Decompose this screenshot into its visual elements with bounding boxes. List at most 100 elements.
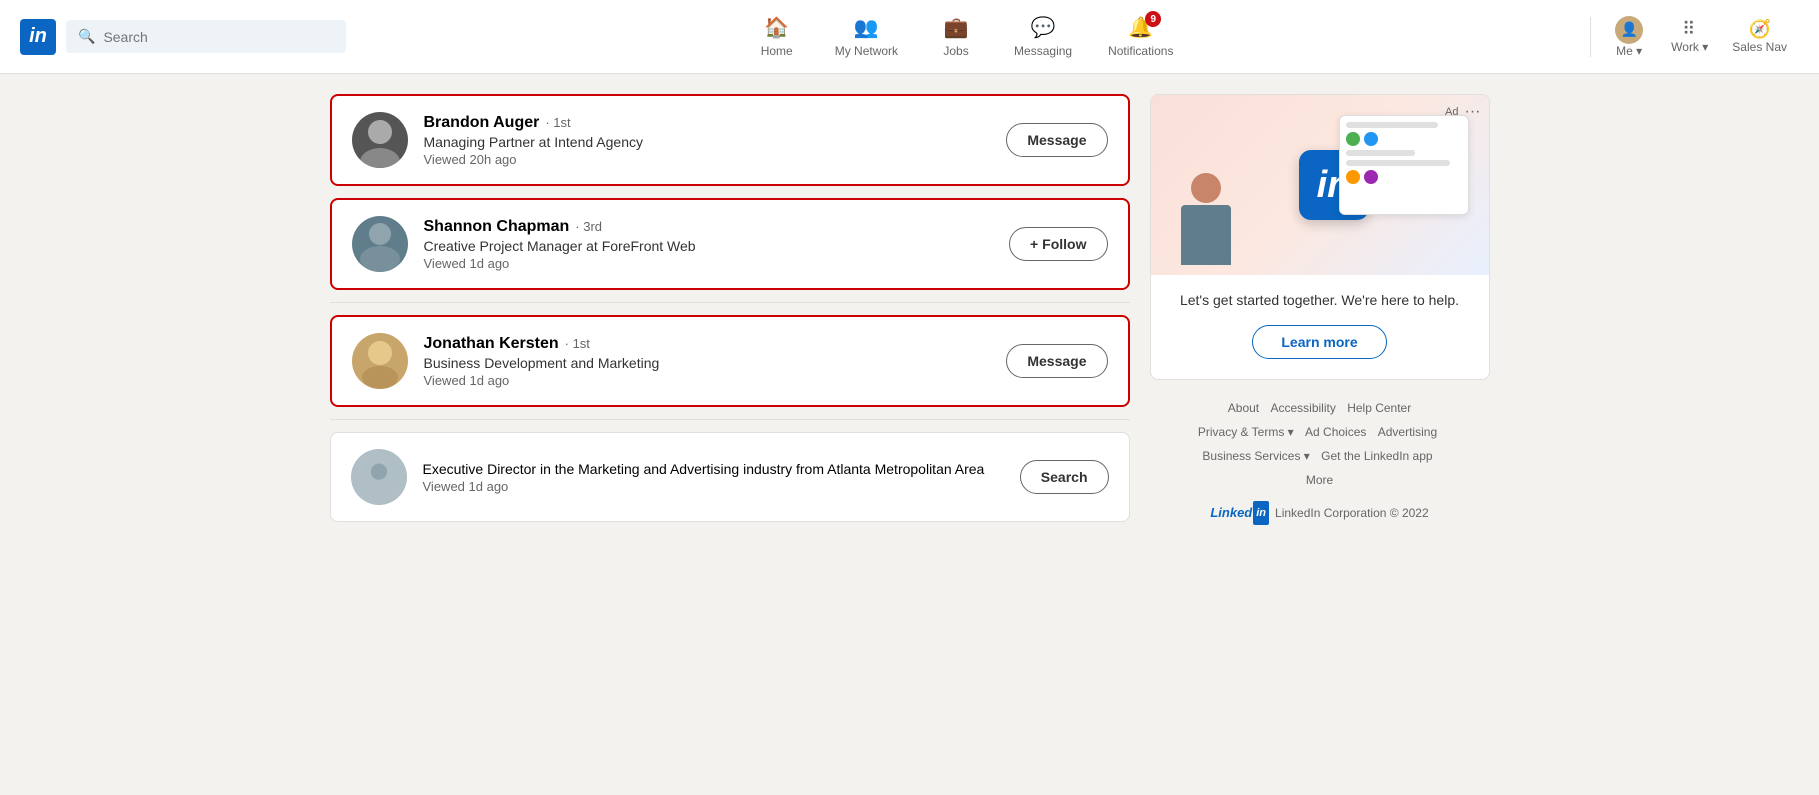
card-action-shannon[interactable]: + Follow bbox=[1009, 227, 1108, 261]
jobs-icon: 💼 bbox=[944, 15, 969, 40]
nav-label-my-network: My Network bbox=[835, 44, 898, 58]
search-icon: 🔍 bbox=[78, 28, 95, 45]
sales-nav-label: Sales Nav bbox=[1732, 40, 1787, 54]
visitor-card-jonathan-kersten[interactable]: Jonathan Kersten · 1st Business Developm… bbox=[330, 315, 1130, 407]
ad-mockup bbox=[1339, 115, 1469, 215]
footer-links: About Accessibility Help Center Privacy … bbox=[1150, 396, 1490, 526]
person-body bbox=[1181, 205, 1231, 265]
visitor-card-brandon-auger[interactable]: Brandon Auger · 1st Managing Partner at … bbox=[330, 94, 1130, 186]
search-bar[interactable]: 🔍 bbox=[66, 20, 346, 53]
footer-link-ad-choices[interactable]: Ad Choices bbox=[1305, 425, 1366, 439]
footer-link-accessibility[interactable]: Accessibility bbox=[1270, 401, 1335, 415]
notifications-icon: 🔔 9 bbox=[1128, 15, 1153, 40]
footer-row-1: About Accessibility Help Center bbox=[1150, 396, 1490, 420]
nav-item-work[interactable]: ⠿ Work ▾ bbox=[1659, 0, 1720, 74]
mockup-bar-3 bbox=[1346, 160, 1450, 166]
card-action-jonathan[interactable]: Message bbox=[1006, 344, 1107, 378]
notifications-badge: 9 bbox=[1145, 11, 1161, 27]
work-label: Work ▾ bbox=[1671, 40, 1708, 54]
avatar: 👤 bbox=[1615, 16, 1643, 44]
footer-row-4: More bbox=[1150, 468, 1490, 492]
nav-item-notifications[interactable]: 🔔 9 Notifications bbox=[1090, 0, 1191, 74]
work-grid-icon: ⠿ bbox=[1682, 19, 1697, 40]
visitor-title-jonathan: Business Development and Marketing bbox=[424, 355, 991, 371]
footer-link-advertising[interactable]: Advertising bbox=[1378, 425, 1437, 439]
message-button-jonathan[interactable]: Message bbox=[1006, 344, 1107, 378]
sidebar: Ad ··· in bbox=[1150, 94, 1490, 534]
footer-link-business-services[interactable]: Business Services ▾ bbox=[1202, 444, 1309, 468]
ad-card-body: Let's get started together. We're here t… bbox=[1151, 275, 1489, 379]
avatar-shannon-chapman bbox=[352, 216, 408, 272]
nav-item-jobs[interactable]: 💼 Jobs bbox=[916, 0, 996, 74]
nav-label-notifications: Notifications bbox=[1108, 44, 1173, 58]
nav-divider bbox=[1590, 17, 1591, 57]
home-icon: 🏠 bbox=[764, 15, 789, 40]
separator-1 bbox=[330, 302, 1130, 303]
search-input[interactable] bbox=[103, 29, 334, 45]
footer-link-privacy[interactable]: Privacy & Terms ▾ bbox=[1198, 420, 1294, 444]
nav-center: 🏠 Home 👥 My Network 💼 Jobs 💬 Messaging 🔔… bbox=[346, 0, 1582, 74]
mockup-row-1 bbox=[1346, 132, 1462, 146]
avatar-jonathan-kersten bbox=[352, 333, 408, 389]
visitor-name-shannon: Shannon Chapman · 3rd bbox=[424, 218, 993, 236]
ad-image: Ad ··· in bbox=[1151, 95, 1489, 275]
mockup-bar-2 bbox=[1346, 150, 1416, 156]
learn-more-button[interactable]: Learn more bbox=[1252, 325, 1386, 359]
nav-label-home: Home bbox=[761, 44, 793, 58]
message-button-brandon[interactable]: Message bbox=[1006, 123, 1107, 157]
nav-item-sales-nav[interactable]: 🧭 Sales Nav bbox=[1720, 0, 1799, 74]
footer-copyright: Linkedin LinkedIn Corporation © 2022 bbox=[1150, 500, 1490, 526]
me-label: Me ▾ bbox=[1616, 44, 1642, 58]
card-action-brandon[interactable]: Message bbox=[1006, 123, 1107, 157]
visitor-time-brandon: Viewed 20h ago bbox=[424, 152, 991, 167]
nav-label-messaging: Messaging bbox=[1014, 44, 1072, 58]
sales-nav-icon: 🧭 bbox=[1748, 19, 1770, 40]
footer-link-get-app[interactable]: Get the LinkedIn app bbox=[1321, 449, 1432, 463]
visitor-card-generic[interactable]: Executive Director in the Marketing and … bbox=[330, 432, 1130, 522]
avatar-brandon-auger bbox=[352, 112, 408, 168]
visitor-info-shannon: Shannon Chapman · 3rd Creative Project M… bbox=[424, 218, 993, 271]
visitor-name-brandon: Brandon Auger · 1st bbox=[424, 114, 991, 132]
nav-label-jobs: Jobs bbox=[943, 44, 968, 58]
content-area: Brandon Auger · 1st Managing Partner at … bbox=[330, 94, 1130, 534]
ad-card: Ad ··· in bbox=[1150, 94, 1490, 380]
visitor-title-brandon: Managing Partner at Intend Agency bbox=[424, 134, 991, 150]
mockup-bar-1 bbox=[1346, 122, 1439, 128]
my-network-icon: 👥 bbox=[854, 15, 879, 40]
visitor-time-shannon: Viewed 1d ago bbox=[424, 256, 993, 271]
visitor-title-shannon: Creative Project Manager at ForeFront We… bbox=[424, 238, 993, 254]
footer-link-about[interactable]: About bbox=[1228, 401, 1259, 415]
visitor-time-jonathan: Viewed 1d ago bbox=[424, 373, 991, 388]
footer-row-2: Privacy & Terms ▾ Ad Choices Advertising bbox=[1150, 420, 1490, 444]
visitor-card-shannon-chapman[interactable]: Shannon Chapman · 3rd Creative Project M… bbox=[330, 198, 1130, 290]
nav-item-messaging[interactable]: 💬 Messaging bbox=[996, 0, 1090, 74]
mockup-row-2 bbox=[1346, 170, 1462, 184]
footer-link-more[interactable]: More bbox=[1306, 473, 1333, 487]
card-action-generic[interactable]: Search bbox=[1020, 460, 1109, 494]
search-button-generic[interactable]: Search bbox=[1020, 460, 1109, 494]
mockup-dot-3 bbox=[1346, 170, 1360, 184]
footer-linkedin-logo: Linkedin bbox=[1210, 500, 1269, 526]
linkedin-logo[interactable]: in bbox=[20, 19, 56, 55]
avatar-generic bbox=[351, 449, 407, 505]
nav-right: 👤 Me ▾ ⠿ Work ▾ 🧭 Sales Nav bbox=[1582, 0, 1799, 74]
mockup-dot-4 bbox=[1364, 170, 1378, 184]
nav-item-me[interactable]: 👤 Me ▾ bbox=[1599, 0, 1659, 74]
navigation: in 🔍 🏠 Home 👥 My Network 💼 Jobs 💬 Messag… bbox=[0, 0, 1819, 74]
ad-illustration: in bbox=[1151, 95, 1489, 275]
follow-button-shannon[interactable]: + Follow bbox=[1009, 227, 1108, 261]
nav-item-my-network[interactable]: 👥 My Network bbox=[817, 0, 916, 74]
mockup-dot-2 bbox=[1364, 132, 1378, 146]
nav-item-home[interactable]: 🏠 Home bbox=[737, 0, 817, 74]
person-figure bbox=[1181, 173, 1231, 265]
visitor-info-brandon: Brandon Auger · 1st Managing Partner at … bbox=[424, 114, 991, 167]
footer-link-help-center[interactable]: Help Center bbox=[1347, 401, 1411, 415]
separator-2 bbox=[330, 419, 1130, 420]
visitor-time-generic: Viewed 1d ago bbox=[423, 479, 1004, 494]
main-layout: Brandon Auger · 1st Managing Partner at … bbox=[330, 74, 1490, 554]
visitor-name-generic: Executive Director in the Marketing and … bbox=[423, 461, 1004, 477]
person-head bbox=[1191, 173, 1221, 203]
visitor-info-generic: Executive Director in the Marketing and … bbox=[423, 461, 1004, 494]
mockup-dot-1 bbox=[1346, 132, 1360, 146]
messaging-icon: 💬 bbox=[1031, 15, 1056, 40]
